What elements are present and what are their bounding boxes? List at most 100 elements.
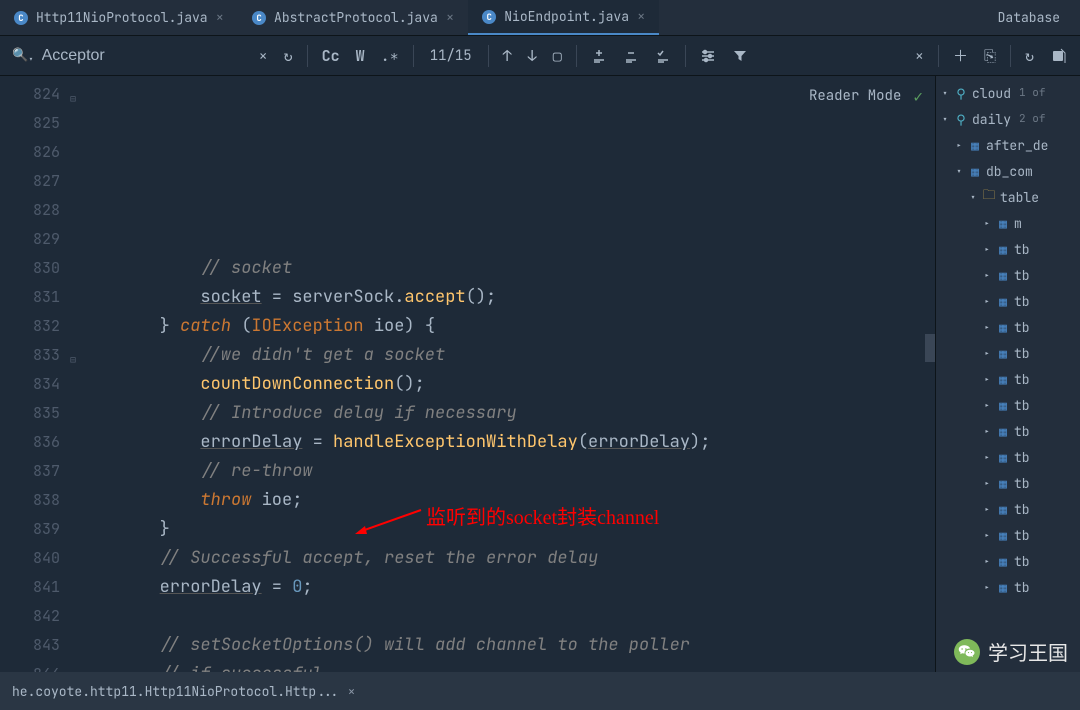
chevron-icon[interactable]: ▸ bbox=[982, 217, 992, 230]
chevron-icon[interactable]: ▸ bbox=[982, 503, 992, 516]
tree-item[interactable]: ▸▦tb bbox=[936, 444, 1080, 470]
regex-button[interactable]: .∗ bbox=[375, 42, 405, 70]
tree-item[interactable]: ▾🗀table bbox=[936, 184, 1080, 210]
code-line[interactable]: countDownConnection(); bbox=[78, 370, 935, 399]
code-line[interactable]: // if successful bbox=[78, 660, 935, 672]
line-number: 840 bbox=[0, 544, 60, 573]
chevron-icon[interactable]: ▸ bbox=[982, 399, 992, 412]
settings-button[interactable] bbox=[694, 44, 722, 68]
tree-item[interactable]: ▸▦tb bbox=[936, 366, 1080, 392]
editor-tab[interactable]: CAbstractProtocol.java× bbox=[238, 0, 468, 35]
db-copy-button[interactable]: ⎘ bbox=[978, 42, 1002, 70]
db-add-button[interactable]: ＋ bbox=[947, 41, 974, 70]
chevron-icon[interactable]: ▸ bbox=[982, 529, 992, 542]
code-line[interactable]: errorDelay = handleExceptionWithDelay(er… bbox=[78, 428, 935, 457]
bottom-tab[interactable]: he.coyote.http11.Http11NioProtocol.Http.… bbox=[12, 683, 340, 700]
close-find-button[interactable]: × bbox=[909, 42, 930, 70]
match-case-button[interactable]: Cc bbox=[316, 42, 346, 70]
whole-word-button[interactable]: W bbox=[350, 42, 371, 70]
tree-item[interactable]: ▸▦tb bbox=[936, 548, 1080, 574]
tree-item[interactable]: ▸▦tb bbox=[936, 340, 1080, 366]
scrollbar-marker[interactable] bbox=[925, 334, 935, 362]
tree-item[interactable]: ▸▦tb bbox=[936, 418, 1080, 444]
tree-item[interactable]: ▸▦tb bbox=[936, 522, 1080, 548]
tree-item[interactable]: ▸▦after_de bbox=[936, 132, 1080, 158]
next-match-button[interactable]: ↓ bbox=[522, 42, 543, 70]
code-editor[interactable]: ⊟824825826827828829830831832⊟83383483583… bbox=[0, 76, 935, 672]
code-line[interactable]: //we didn't get a socket bbox=[78, 341, 935, 370]
bottom-tab-close[interactable]: × bbox=[348, 683, 356, 700]
close-icon[interactable]: × bbox=[446, 9, 454, 27]
chevron-icon[interactable]: ▸ bbox=[982, 269, 992, 282]
line-number: 842 bbox=[0, 602, 60, 631]
reader-mode-badge[interactable]: Reader Mode ✓ bbox=[809, 82, 923, 111]
code-line[interactable]: // setSocketOptions() will add channel t… bbox=[78, 631, 935, 660]
tree-item[interactable]: ▸▦m bbox=[936, 210, 1080, 236]
code-line[interactable]: // socket bbox=[78, 254, 935, 283]
code-content[interactable]: Reader Mode ✓ 监听到的socket封装channel // soc… bbox=[78, 76, 935, 672]
fold-icon[interactable]: ⊟ bbox=[70, 664, 76, 672]
fld-icon: 🗀 bbox=[982, 186, 996, 208]
search-input[interactable] bbox=[42, 47, 249, 65]
fold-icon[interactable]: ⊟ bbox=[70, 345, 76, 374]
db-stop-button[interactable] bbox=[1044, 44, 1072, 68]
chevron-icon[interactable]: ▾ bbox=[940, 87, 950, 100]
chevron-icon[interactable]: ▸ bbox=[982, 555, 992, 568]
select-all-button[interactable]: ▢ bbox=[547, 42, 568, 70]
tree-item[interactable]: ▾⚲daily2 of bbox=[936, 106, 1080, 132]
chevron-icon[interactable]: ▾ bbox=[968, 191, 978, 204]
code-line[interactable]: socket = serverSock.accept(); bbox=[78, 283, 935, 312]
line-number: 828 bbox=[0, 196, 60, 225]
chevron-icon[interactable]: ▸ bbox=[982, 295, 992, 308]
chevron-icon[interactable]: ▸ bbox=[982, 477, 992, 490]
watermark: 学习王国 bbox=[954, 637, 1068, 666]
tree-item[interactable]: ▸▦tb bbox=[936, 574, 1080, 600]
code-line[interactable]: // Successful accept, reset the error de… bbox=[78, 544, 935, 573]
tbl-icon: ▦ bbox=[996, 397, 1010, 414]
code-line[interactable] bbox=[78, 602, 935, 631]
dsrc-icon: ⚲ bbox=[954, 85, 968, 102]
chevron-icon[interactable]: ▸ bbox=[982, 373, 992, 386]
editor-tab[interactable]: CNioEndpoint.java× bbox=[468, 0, 659, 35]
line-number: 831 bbox=[0, 283, 60, 312]
fold-icon[interactable]: ⊟ bbox=[70, 84, 76, 113]
chevron-icon[interactable]: ▸ bbox=[982, 321, 992, 334]
editor-tab[interactable]: CHttp11NioProtocol.java× bbox=[0, 0, 238, 35]
code-line[interactable]: } catch (IOException ioe) { bbox=[78, 312, 935, 341]
clear-search-button[interactable]: × bbox=[253, 42, 274, 70]
code-line[interactable]: errorDelay = 0; bbox=[78, 573, 935, 602]
tree-item[interactable]: ▸▦tb bbox=[936, 262, 1080, 288]
tree-item[interactable]: ▾⚲cloud1 of bbox=[936, 80, 1080, 106]
code-line[interactable]: // Introduce delay if necessary bbox=[78, 399, 935, 428]
tree-item[interactable]: ▸▦tb bbox=[936, 392, 1080, 418]
code-line[interactable]: // re-throw bbox=[78, 457, 935, 486]
chevron-icon[interactable]: ▸ bbox=[982, 581, 992, 594]
tree-item[interactable]: ▾▦db_com bbox=[936, 158, 1080, 184]
db-refresh-button[interactable]: ↻ bbox=[1019, 42, 1040, 70]
select-all-occurrences-button[interactable] bbox=[649, 44, 677, 68]
chevron-icon[interactable]: ▾ bbox=[940, 113, 950, 126]
tree-item[interactable]: ▸▦tb bbox=[936, 314, 1080, 340]
line-number: 827 bbox=[0, 167, 60, 196]
tree-item[interactable]: ▸▦tb bbox=[936, 288, 1080, 314]
line-number: 830 bbox=[0, 254, 60, 283]
add-selection-button[interactable] bbox=[585, 44, 613, 68]
close-icon[interactable]: × bbox=[216, 9, 224, 27]
line-number: 841 bbox=[0, 573, 60, 602]
database-tree[interactable]: ▾⚲cloud1 of▾⚲daily2 of▸▦after_de▾▦db_com… bbox=[936, 76, 1080, 600]
rerun-search-button[interactable]: ↻ bbox=[278, 42, 299, 70]
chevron-icon[interactable]: ▸ bbox=[982, 451, 992, 464]
chevron-icon[interactable]: ▸ bbox=[982, 347, 992, 360]
filter-button[interactable] bbox=[726, 44, 754, 68]
find-toolbar: 🔍▾ × ↻ Cc W .∗ 11/15 ↑ ↓ ▢ × ＋ ⎘ ↻ bbox=[0, 36, 1080, 76]
tree-item[interactable]: ▸▦tb bbox=[936, 236, 1080, 262]
chevron-icon[interactable]: ▸ bbox=[982, 243, 992, 256]
tree-item[interactable]: ▸▦tb bbox=[936, 496, 1080, 522]
prev-match-button[interactable]: ↑ bbox=[497, 42, 518, 70]
chevron-icon[interactable]: ▸ bbox=[982, 425, 992, 438]
chevron-icon[interactable]: ▾ bbox=[954, 165, 964, 178]
close-icon[interactable]: × bbox=[637, 8, 645, 26]
tree-item[interactable]: ▸▦tb bbox=[936, 470, 1080, 496]
chevron-icon[interactable]: ▸ bbox=[954, 139, 964, 152]
remove-selection-button[interactable] bbox=[617, 44, 645, 68]
